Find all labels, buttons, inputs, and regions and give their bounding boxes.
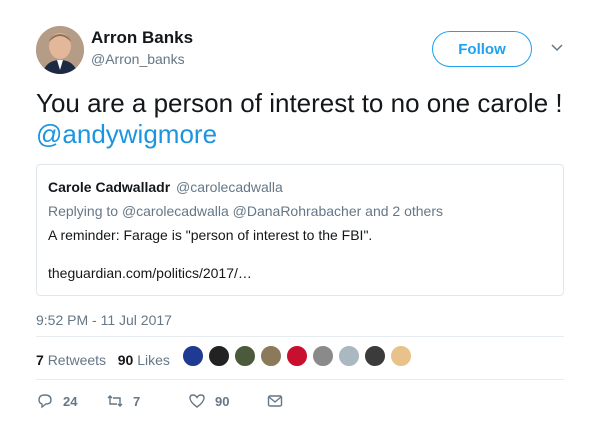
photo-avatar[interactable] — [260, 345, 282, 367]
engagement-stats: 7 Retweets 90 Likes — [36, 352, 170, 368]
likers-avatars — [182, 345, 416, 367]
chevron-down-icon[interactable] — [549, 39, 565, 55]
retweet-button[interactable]: 7 — [106, 392, 188, 410]
tweet-body: You are a person of interest to no one c… — [36, 88, 563, 118]
blonde-avatar[interactable] — [390, 345, 412, 367]
reply-count: 24 — [63, 393, 78, 409]
reply-icon — [38, 394, 52, 409]
like-count: 90 — [215, 393, 230, 409]
message-button[interactable] — [266, 392, 284, 410]
person-avatar[interactable] — [364, 345, 386, 367]
mention-link[interactable]: @andywigmore — [36, 119, 217, 149]
like-button[interactable]: 90 — [188, 392, 266, 410]
default-avatar[interactable] — [338, 345, 360, 367]
retweet-icon — [107, 395, 123, 407]
likes-label[interactable]: Likes — [137, 352, 170, 368]
grey-avatar[interactable] — [312, 345, 334, 367]
ink-avatar[interactable] — [234, 345, 256, 367]
tweet-actions: 24 7 90 — [36, 392, 284, 410]
reply-button[interactable]: 24 — [36, 392, 106, 410]
retweets-count[interactable]: 7 — [36, 352, 44, 368]
quoted-author-handle: @carolecadwalla — [176, 179, 283, 195]
replying-prefix: Replying to — [48, 203, 119, 219]
retweet-count: 7 — [133, 393, 141, 409]
union-jack-avatar[interactable] — [286, 345, 308, 367]
quoted-author-name: Carole Cadwalladr — [48, 179, 171, 195]
timestamp[interactable]: 9:52 PM - 11 Jul 2017 — [36, 312, 172, 328]
likes-count[interactable]: 90 — [118, 352, 134, 368]
replying-handles[interactable]: @carolecadwalla @DanaRohrabacher — [122, 203, 361, 219]
retweets-label[interactable]: Retweets — [48, 352, 106, 368]
heart-icon — [189, 394, 205, 408]
replying-suffix[interactable]: and 2 others — [365, 203, 443, 219]
quoted-text: A reminder: Farage is "person of interes… — [48, 227, 373, 243]
divider — [36, 336, 564, 337]
follow-button[interactable]: Follow — [432, 31, 532, 67]
quoted-tweet[interactable]: Carole Cadwalladr @carolecadwalla Replyi… — [36, 164, 564, 296]
divider — [36, 379, 564, 380]
quoted-link[interactable]: theguardian.com/politics/2017/… — [48, 265, 252, 281]
tweet-text: You are a person of interest to no one c… — [36, 88, 576, 150]
envelope-icon — [267, 395, 283, 407]
union-jack-avatar[interactable] — [182, 345, 204, 367]
dark-avatar[interactable] — [208, 345, 230, 367]
author-name[interactable]: Arron Banks — [91, 28, 193, 48]
author-avatar[interactable] — [36, 26, 84, 74]
replying-to: Replying to @carolecadwalla @DanaRohraba… — [48, 203, 443, 219]
author-handle[interactable]: @Arron_banks — [91, 51, 185, 67]
